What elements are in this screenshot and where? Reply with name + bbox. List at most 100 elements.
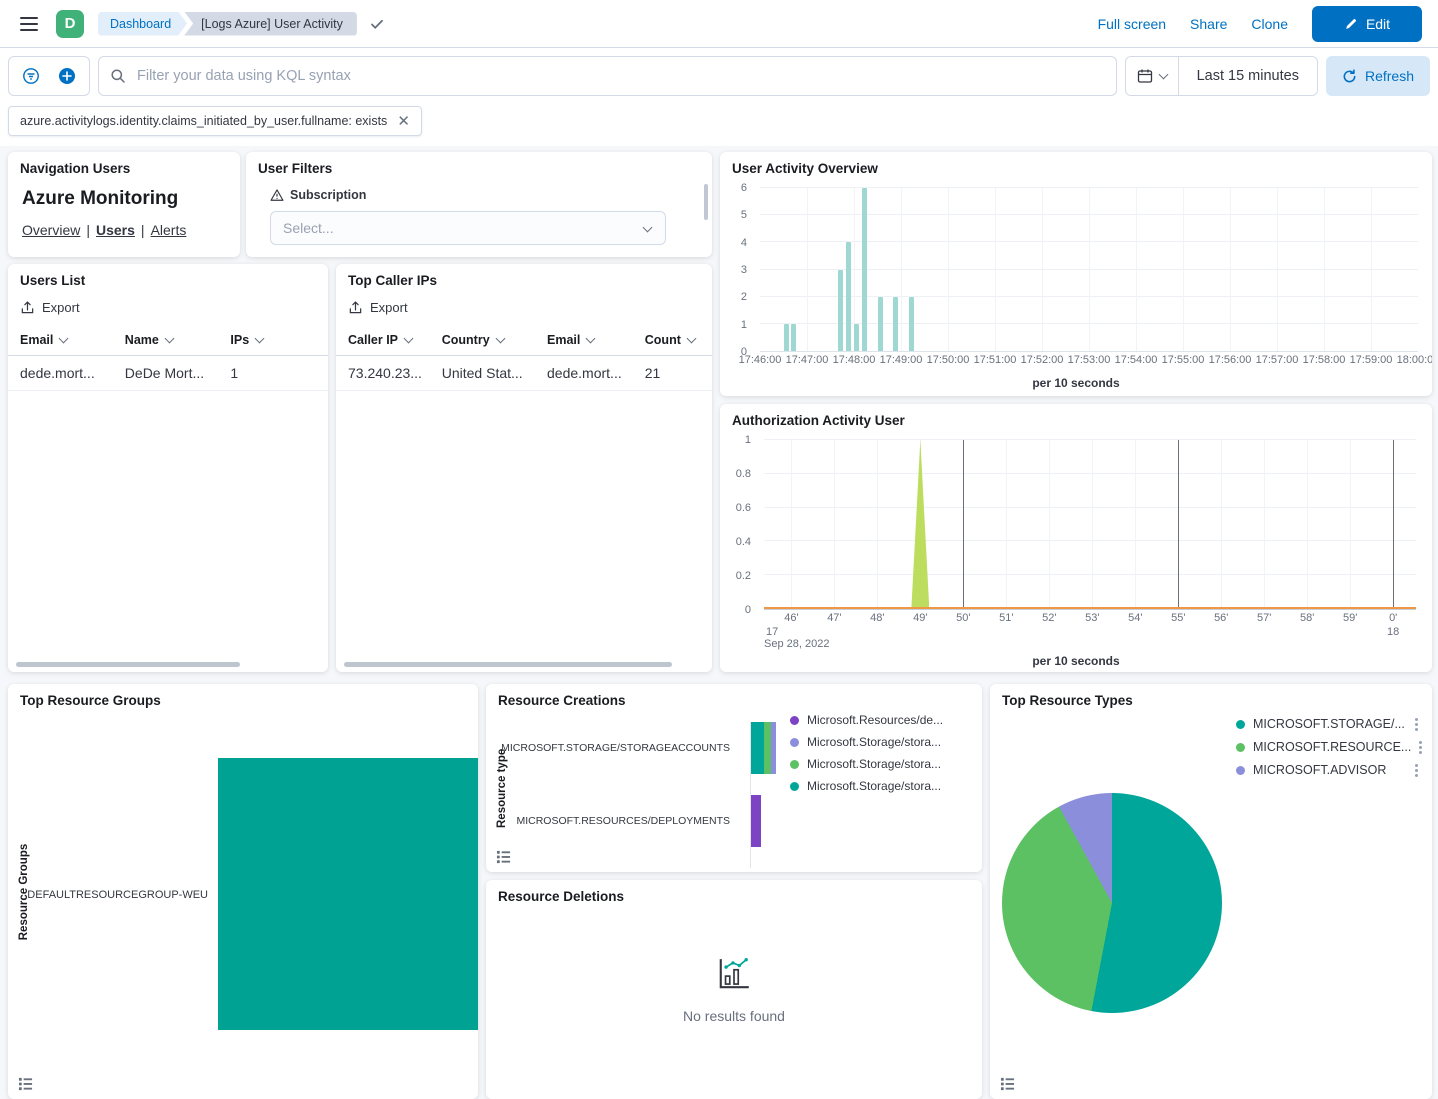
nav-link-users[interactable]: Users bbox=[96, 222, 135, 238]
x-axis-start-date: Sep 28, 2022 bbox=[764, 638, 829, 650]
remove-filter-icon[interactable]: ✕ bbox=[397, 114, 410, 129]
export-button[interactable]: Export bbox=[336, 292, 420, 325]
auth-y-axis: 00.20.40.60.81 bbox=[720, 440, 758, 610]
bar-segment bbox=[751, 722, 764, 774]
bar[interactable] bbox=[909, 297, 914, 351]
filter-pill-row: azure.activitylogs.identity.claims_initi… bbox=[0, 104, 1438, 146]
legend-options-icon[interactable] bbox=[1419, 746, 1422, 749]
bar[interactable] bbox=[854, 324, 859, 351]
table-row[interactable]: 73.240.23...United Stat...dede.mort...21 bbox=[336, 356, 712, 391]
bar[interactable] bbox=[862, 188, 867, 351]
legend-label: Microsoft.Storage/stora... bbox=[807, 735, 941, 749]
bar[interactable] bbox=[838, 270, 843, 352]
axis-tick-label: 48' bbox=[870, 612, 884, 624]
legend-toggle-button[interactable] bbox=[998, 1074, 1017, 1093]
panel-resource-deletions: Resource Deletions No results found bbox=[486, 880, 982, 1099]
category-label: MICROSOFT.STORAGE/STORAGEACCOUNTS bbox=[486, 722, 740, 774]
refresh-button[interactable]: Refresh bbox=[1326, 56, 1430, 96]
share-button[interactable]: Share bbox=[1190, 16, 1227, 32]
nav-link-alerts[interactable]: Alerts bbox=[151, 222, 187, 238]
warning-icon bbox=[270, 188, 284, 202]
legend-item[interactable]: Microsoft.Storage/stora... bbox=[790, 734, 943, 750]
column-header-country[interactable]: Country bbox=[434, 325, 539, 356]
axis-unit-label: per 10 seconds bbox=[720, 654, 1432, 668]
axis-unit-label: per 10 seconds bbox=[720, 376, 1432, 390]
legend-item[interactable]: Microsoft.Resources/de... bbox=[790, 712, 943, 728]
legend-label: MICROSOFT.STORAGE/... bbox=[1253, 717, 1405, 731]
panel-top-resource-groups: Top Resource Groups Resource Groups DEFA… bbox=[8, 684, 478, 1099]
column-header-email[interactable]: Email bbox=[539, 325, 637, 356]
column-header-count[interactable]: Count bbox=[637, 325, 712, 356]
full-screen-button[interactable]: Full screen bbox=[1098, 16, 1166, 32]
column-header-caller-ip[interactable]: Caller IP bbox=[336, 325, 434, 356]
column-header-name[interactable]: Name bbox=[117, 325, 223, 356]
bar[interactable] bbox=[893, 297, 898, 351]
bar[interactable] bbox=[878, 297, 883, 351]
resource-types-pie[interactable] bbox=[1002, 793, 1222, 1013]
legend-options-icon[interactable] bbox=[1415, 769, 1418, 772]
bar-segment bbox=[751, 795, 761, 847]
export-button[interactable]: Export bbox=[8, 292, 92, 325]
legend-item[interactable]: MICROSOFT.STORAGE/... bbox=[1236, 716, 1424, 732]
panel-title: Top Resource Groups bbox=[8, 684, 478, 712]
bar[interactable] bbox=[784, 324, 789, 351]
legend-options-icon[interactable] bbox=[1415, 723, 1418, 726]
annotation-line bbox=[1393, 440, 1394, 609]
saved-check-icon bbox=[369, 16, 385, 32]
bar[interactable] bbox=[791, 324, 796, 351]
chevron-down-icon bbox=[1158, 70, 1168, 80]
clone-button[interactable]: Clone bbox=[1251, 16, 1288, 32]
filter-pill[interactable]: azure.activitylogs.identity.claims_initi… bbox=[8, 106, 422, 136]
nav-link-overview[interactable]: Overview bbox=[22, 222, 80, 238]
user-activity-plot[interactable] bbox=[760, 188, 1418, 352]
resource-groups-bar[interactable] bbox=[218, 758, 478, 1030]
date-picker-button[interactable] bbox=[1126, 57, 1179, 95]
legend-item[interactable]: MICROSOFT.RESOURCE... bbox=[1236, 739, 1424, 755]
horizontal-scrollbar[interactable] bbox=[344, 662, 672, 667]
axis-tick-label: 55' bbox=[1171, 612, 1185, 624]
axis-tick-label: 0.4 bbox=[736, 536, 751, 548]
bar[interactable] bbox=[846, 242, 851, 351]
pie-legend: MICROSOFT.STORAGE/... MICROSOFT.RESOURCE.… bbox=[1236, 716, 1424, 778]
auth-dates: 17 Sep 28, 2022 18 bbox=[764, 626, 1416, 650]
legend-toggle-button[interactable] bbox=[16, 1074, 35, 1093]
legend-dot bbox=[1236, 720, 1245, 729]
panel-title: User Filters bbox=[246, 152, 712, 180]
subscription-select[interactable]: Select... bbox=[270, 211, 666, 245]
add-filter-button[interactable] bbox=[49, 58, 85, 94]
column-header-email[interactable]: Email bbox=[8, 325, 117, 356]
legend-item[interactable]: MICROSOFT.ADVISOR bbox=[1236, 762, 1424, 778]
axis-tick-label: 58' bbox=[1300, 612, 1314, 624]
legend-item[interactable]: Microsoft.Storage/stora... bbox=[790, 756, 943, 772]
axis-tick-label: 53' bbox=[1085, 612, 1099, 624]
legend-item[interactable]: Microsoft.Storage/stora... bbox=[790, 778, 943, 794]
edit-button[interactable]: Edit bbox=[1312, 6, 1422, 42]
space-avatar[interactable]: D bbox=[56, 10, 84, 38]
stacked-bar[interactable] bbox=[751, 795, 970, 847]
axis-tick-label: 54' bbox=[1128, 612, 1142, 624]
sort-chevron-icon bbox=[586, 334, 596, 344]
legend-label: Microsoft.Storage/stora... bbox=[807, 779, 941, 793]
axis-tick-label: 0' bbox=[1389, 612, 1397, 624]
legend-dot bbox=[1236, 743, 1245, 752]
auth-plot[interactable] bbox=[764, 440, 1416, 610]
saved-query-menu-button[interactable] bbox=[13, 58, 49, 94]
axis-tick-label: 17:50:00 bbox=[927, 354, 970, 366]
menu-icon[interactable] bbox=[16, 13, 42, 35]
column-header-ips[interactable]: IPs bbox=[222, 325, 328, 356]
panel-title: Resource Deletions bbox=[486, 880, 982, 908]
filter-pill-label: azure.activitylogs.identity.claims_initi… bbox=[20, 114, 387, 128]
kql-search-input[interactable] bbox=[98, 56, 1117, 96]
area-spike[interactable] bbox=[911, 440, 929, 609]
time-range-button[interactable]: Last 15 minutes bbox=[1179, 57, 1317, 95]
horizontal-scrollbar[interactable] bbox=[16, 662, 240, 667]
axis-tick-label: 17:48:00 bbox=[833, 354, 876, 366]
table-row[interactable]: dede.mort...DeDe Mort...1 bbox=[8, 356, 328, 391]
breadcrumb-page-title: [Logs Azure] User Activity bbox=[184, 12, 357, 36]
vertical-scrollbar[interactable] bbox=[704, 184, 708, 220]
rc-legend: Microsoft.Resources/de... Microsoft.Stora… bbox=[790, 712, 943, 794]
legend-dot bbox=[790, 716, 799, 725]
legend-toggle-button[interactable] bbox=[494, 847, 513, 866]
filter-in-circle-icon bbox=[22, 67, 40, 85]
breadcrumb-dashboard[interactable]: Dashboard bbox=[98, 12, 187, 36]
